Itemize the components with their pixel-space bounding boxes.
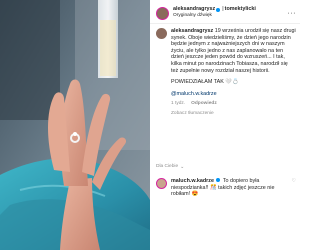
post-photo-image: [0, 0, 150, 250]
caption-shout: POWIEDZIAŁAM TAK: [171, 79, 224, 86]
more-options-icon[interactable]: ···: [288, 10, 297, 17]
caption-mention[interactable]: @maluch.w.kadrze: [171, 91, 217, 97]
author-avatar[interactable]: [156, 6, 169, 20]
post-details-panel: aleksandragrysz | tomektylicki Oryginaln…: [150, 0, 300, 250]
caption-reply[interactable]: Odpowiedz: [191, 101, 217, 108]
post-header: aleksandragrysz | tomektylicki Oryginaln…: [156, 5, 296, 21]
comment-like-icon[interactable]: ♡: [292, 178, 296, 184]
post-photo[interactable]: [0, 0, 150, 250]
caption-avatar[interactable]: [156, 28, 167, 39]
author-username[interactable]: aleksandragrysz: [173, 6, 215, 13]
comment-item: maluch.w.kadrze To dopiero była niespodz…: [156, 178, 296, 198]
caption-username[interactable]: aleksandragrysz: [171, 28, 213, 34]
collaborator-username[interactable]: tomektylicki: [225, 6, 256, 13]
header-separator: |: [222, 6, 224, 13]
caption-emojis: 🤍💍: [225, 79, 239, 86]
caption-text: 19 września urodził się nasz drugi synek…: [171, 28, 296, 74]
chevron-down-icon[interactable]: ⌄: [180, 164, 184, 170]
caption-time: 1 tydz.: [171, 101, 186, 107]
for-you-label: Dla Ciebie: [156, 164, 179, 169]
caption-block: aleksandragrysz 19 września urodził się …: [156, 28, 296, 118]
commenter-username[interactable]: maluch.w.kadrze: [171, 178, 214, 184]
verified-badge-icon: [216, 178, 221, 182]
audio-label[interactable]: Oryginalny dźwięk: [173, 13, 285, 20]
for-you-divider: Dla Ciebie ⌄: [156, 164, 296, 171]
verified-badge-icon: [216, 7, 221, 12]
commenter-avatar[interactable]: [156, 178, 167, 189]
header-divider: [150, 23, 300, 24]
see-translation[interactable]: Zobacz tłumaczenie: [171, 111, 296, 118]
